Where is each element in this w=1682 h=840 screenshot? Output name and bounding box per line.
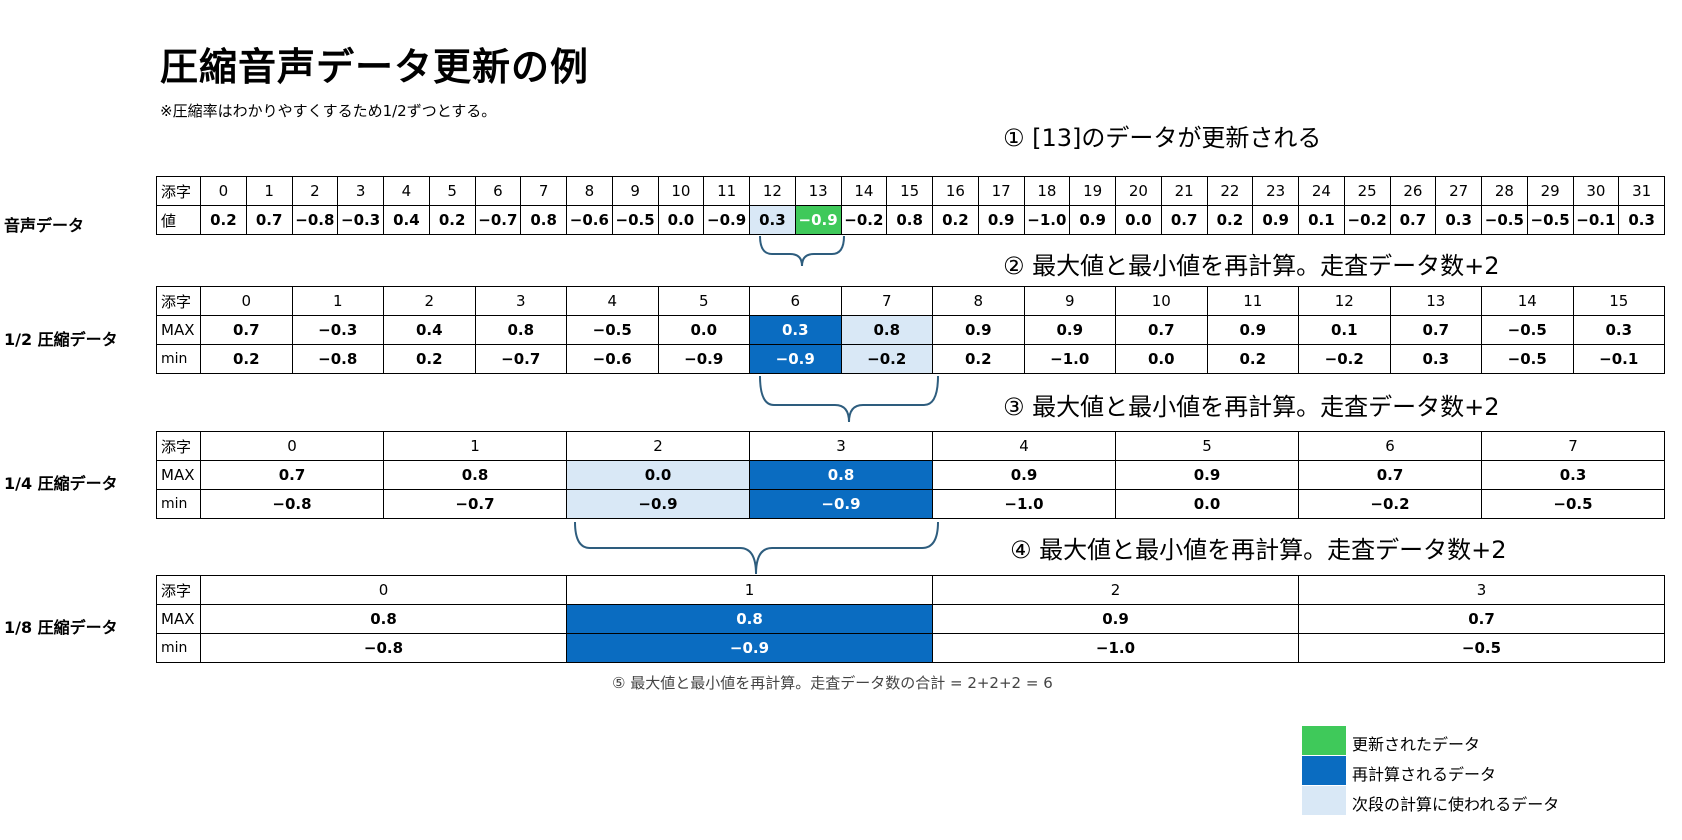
connector-braces — [574, 235, 939, 575]
legend-next-label: 次段の計算に使われるデータ — [1352, 795, 1560, 814]
brace-audio-to-half — [759, 235, 845, 267]
brace-quarter-to-eighth — [574, 521, 939, 575]
legend-updated-label: 更新されたデータ — [1352, 735, 1481, 754]
legend-updated-swatch — [1302, 726, 1346, 755]
legend-recalc-swatch — [1302, 756, 1346, 785]
brace-half-to-quarter — [759, 375, 939, 423]
legend-recalc-label: 再計算されるデータ — [1352, 765, 1497, 784]
legend-next-swatch — [1302, 786, 1346, 815]
